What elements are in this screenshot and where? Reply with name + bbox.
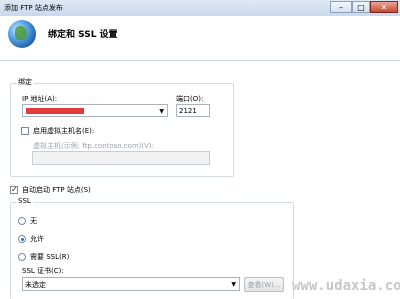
virtual-host-label: 虚拟主机(示例: ftp.contoso.com)(V): <box>33 142 154 150</box>
globe-icon <box>8 20 36 48</box>
view-cert-button[interactable]: 查看(W)... <box>244 277 284 292</box>
port-value: 2121 <box>179 107 197 115</box>
ip-address-dropdown[interactable]: ▼ <box>22 104 168 117</box>
ssl-require-label: 需要 SSL(R) <box>30 253 70 261</box>
maximize-button[interactable]: □ <box>352 1 370 13</box>
autostart-label: 自动启动 FTP 站点(S) <box>22 186 91 194</box>
ssl-cert-label: SSL 证书(C): <box>22 267 64 275</box>
ssl-none-label: 无 <box>30 217 37 225</box>
window-title: 添加 FTP 站点发布 <box>4 4 63 12</box>
ssl-none-radio[interactable] <box>18 217 26 225</box>
ssl-allow-radio[interactable] <box>18 235 26 243</box>
redacted-ip <box>26 108 84 114</box>
close-button[interactable]: ✕ <box>370 1 398 13</box>
virtual-host-checkbox[interactable] <box>21 127 29 135</box>
virtual-host-checkbox-label: 启用虚拟主机名(E): <box>33 127 95 135</box>
ssl-allow-label: 允许 <box>30 235 44 243</box>
port-label: 端口(O): <box>176 95 204 103</box>
page-title: 绑定和 SSL 设置 <box>48 30 118 40</box>
autostart-checkbox[interactable] <box>10 185 18 194</box>
port-input[interactable]: 2121 <box>176 104 210 117</box>
chevron-down-icon: ▼ <box>159 108 164 115</box>
chevron-down-icon: ▼ <box>231 281 236 288</box>
ssl-cert-dropdown[interactable]: 未选定 ▼ <box>22 277 240 291</box>
ssl-legend: SSL <box>16 197 33 205</box>
binding-legend: 绑定 <box>16 77 34 87</box>
minimize-button[interactable]: – <box>330 1 352 13</box>
ip-address-label: IP 地址(A): <box>22 95 58 103</box>
ssl-require-radio[interactable] <box>18 253 26 261</box>
ssl-cert-value: 未选定 <box>25 281 46 289</box>
virtual-host-input[interactable] <box>32 151 210 165</box>
watermark-text: www.udaxia.com <box>292 278 400 294</box>
